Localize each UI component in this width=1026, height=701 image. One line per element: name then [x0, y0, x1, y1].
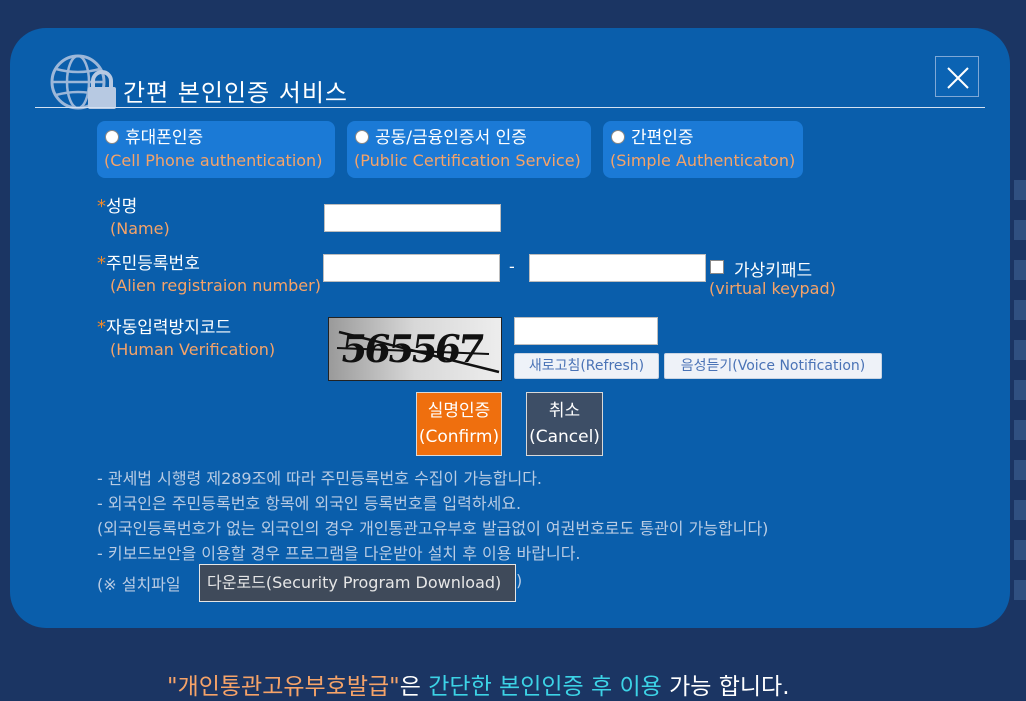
- auth-option-simple[interactable]: 간편인증 (Simple Authenticaton): [603, 121, 803, 178]
- radio-certificate[interactable]: [355, 130, 369, 144]
- notice-line: (외국인등록번호가 없는 외국인의 경우 개인통관고유부호 발급없이 여권번호로…: [97, 519, 769, 538]
- modal-title: 간편 본인인증 서비스: [123, 79, 348, 107]
- captcha-image: 565567: [328, 317, 502, 381]
- cancel-button[interactable]: 취소 (Cancel): [526, 392, 603, 456]
- captcha-input[interactable]: [514, 317, 658, 345]
- download-suffix: ): [516, 571, 523, 590]
- captcha-label: *자동입력방지코드 (Human Verification): [97, 317, 276, 359]
- footer-message: "개인통관고유부호발급"은 간단한 본인인증 후 이용 가능 합니다.: [167, 674, 790, 700]
- voice-button[interactable]: 음성듣기(Voice Notification): [664, 353, 882, 379]
- security-download-button[interactable]: 다운로드(Security Program Download): [199, 564, 516, 602]
- auth-modal: 간편 본인인증 서비스 휴대폰인증 (Cell Phone authentica…: [10, 28, 1010, 628]
- auth-option-certificate[interactable]: 공동/금융인증서 인증 (Public Certification Servic…: [347, 121, 591, 178]
- registration-front-input[interactable]: [323, 254, 500, 282]
- refresh-button[interactable]: 새로고침(Refresh): [514, 353, 659, 379]
- virtual-keypad-label-en: (virtual keypad): [709, 279, 836, 298]
- download-prefix: (※ 설치파일: [97, 575, 181, 594]
- registration-back-input[interactable]: [529, 254, 706, 282]
- notice-line: - 키보드보안을 이용할 경우 프로그램을 다운받아 설치 후 이용 바랍니다.: [97, 544, 581, 563]
- notice-line: - 관세법 시행령 제289조에 따라 주민등록번호 수집이 가능합니다.: [97, 469, 543, 488]
- confirm-button[interactable]: 실명인증 (Confirm): [416, 392, 502, 456]
- registration-label: *주민등록번호 (Alien registraion number): [97, 253, 321, 295]
- title-divider: [35, 107, 985, 108]
- virtual-keypad-checkbox[interactable]: [710, 260, 724, 274]
- background-decoration: [1014, 180, 1026, 600]
- radio-simple[interactable]: [611, 130, 625, 144]
- name-input[interactable]: [324, 204, 501, 232]
- globe-lock-icon: [48, 53, 120, 111]
- registration-dash: -: [509, 257, 515, 276]
- close-icon: [947, 67, 969, 89]
- name-label: *성명 (Name): [97, 196, 170, 238]
- virtual-keypad-label: 가상키패드: [734, 261, 813, 281]
- notice-line: - 외국인은 주민등록번호 항목에 외국인 등록번호를 입력하세요.: [97, 494, 522, 513]
- captcha-noise: [336, 330, 500, 374]
- close-button[interactable]: [935, 56, 979, 97]
- auth-option-cellphone[interactable]: 휴대폰인증 (Cell Phone authentication): [97, 121, 335, 178]
- radio-cellphone[interactable]: [105, 130, 119, 144]
